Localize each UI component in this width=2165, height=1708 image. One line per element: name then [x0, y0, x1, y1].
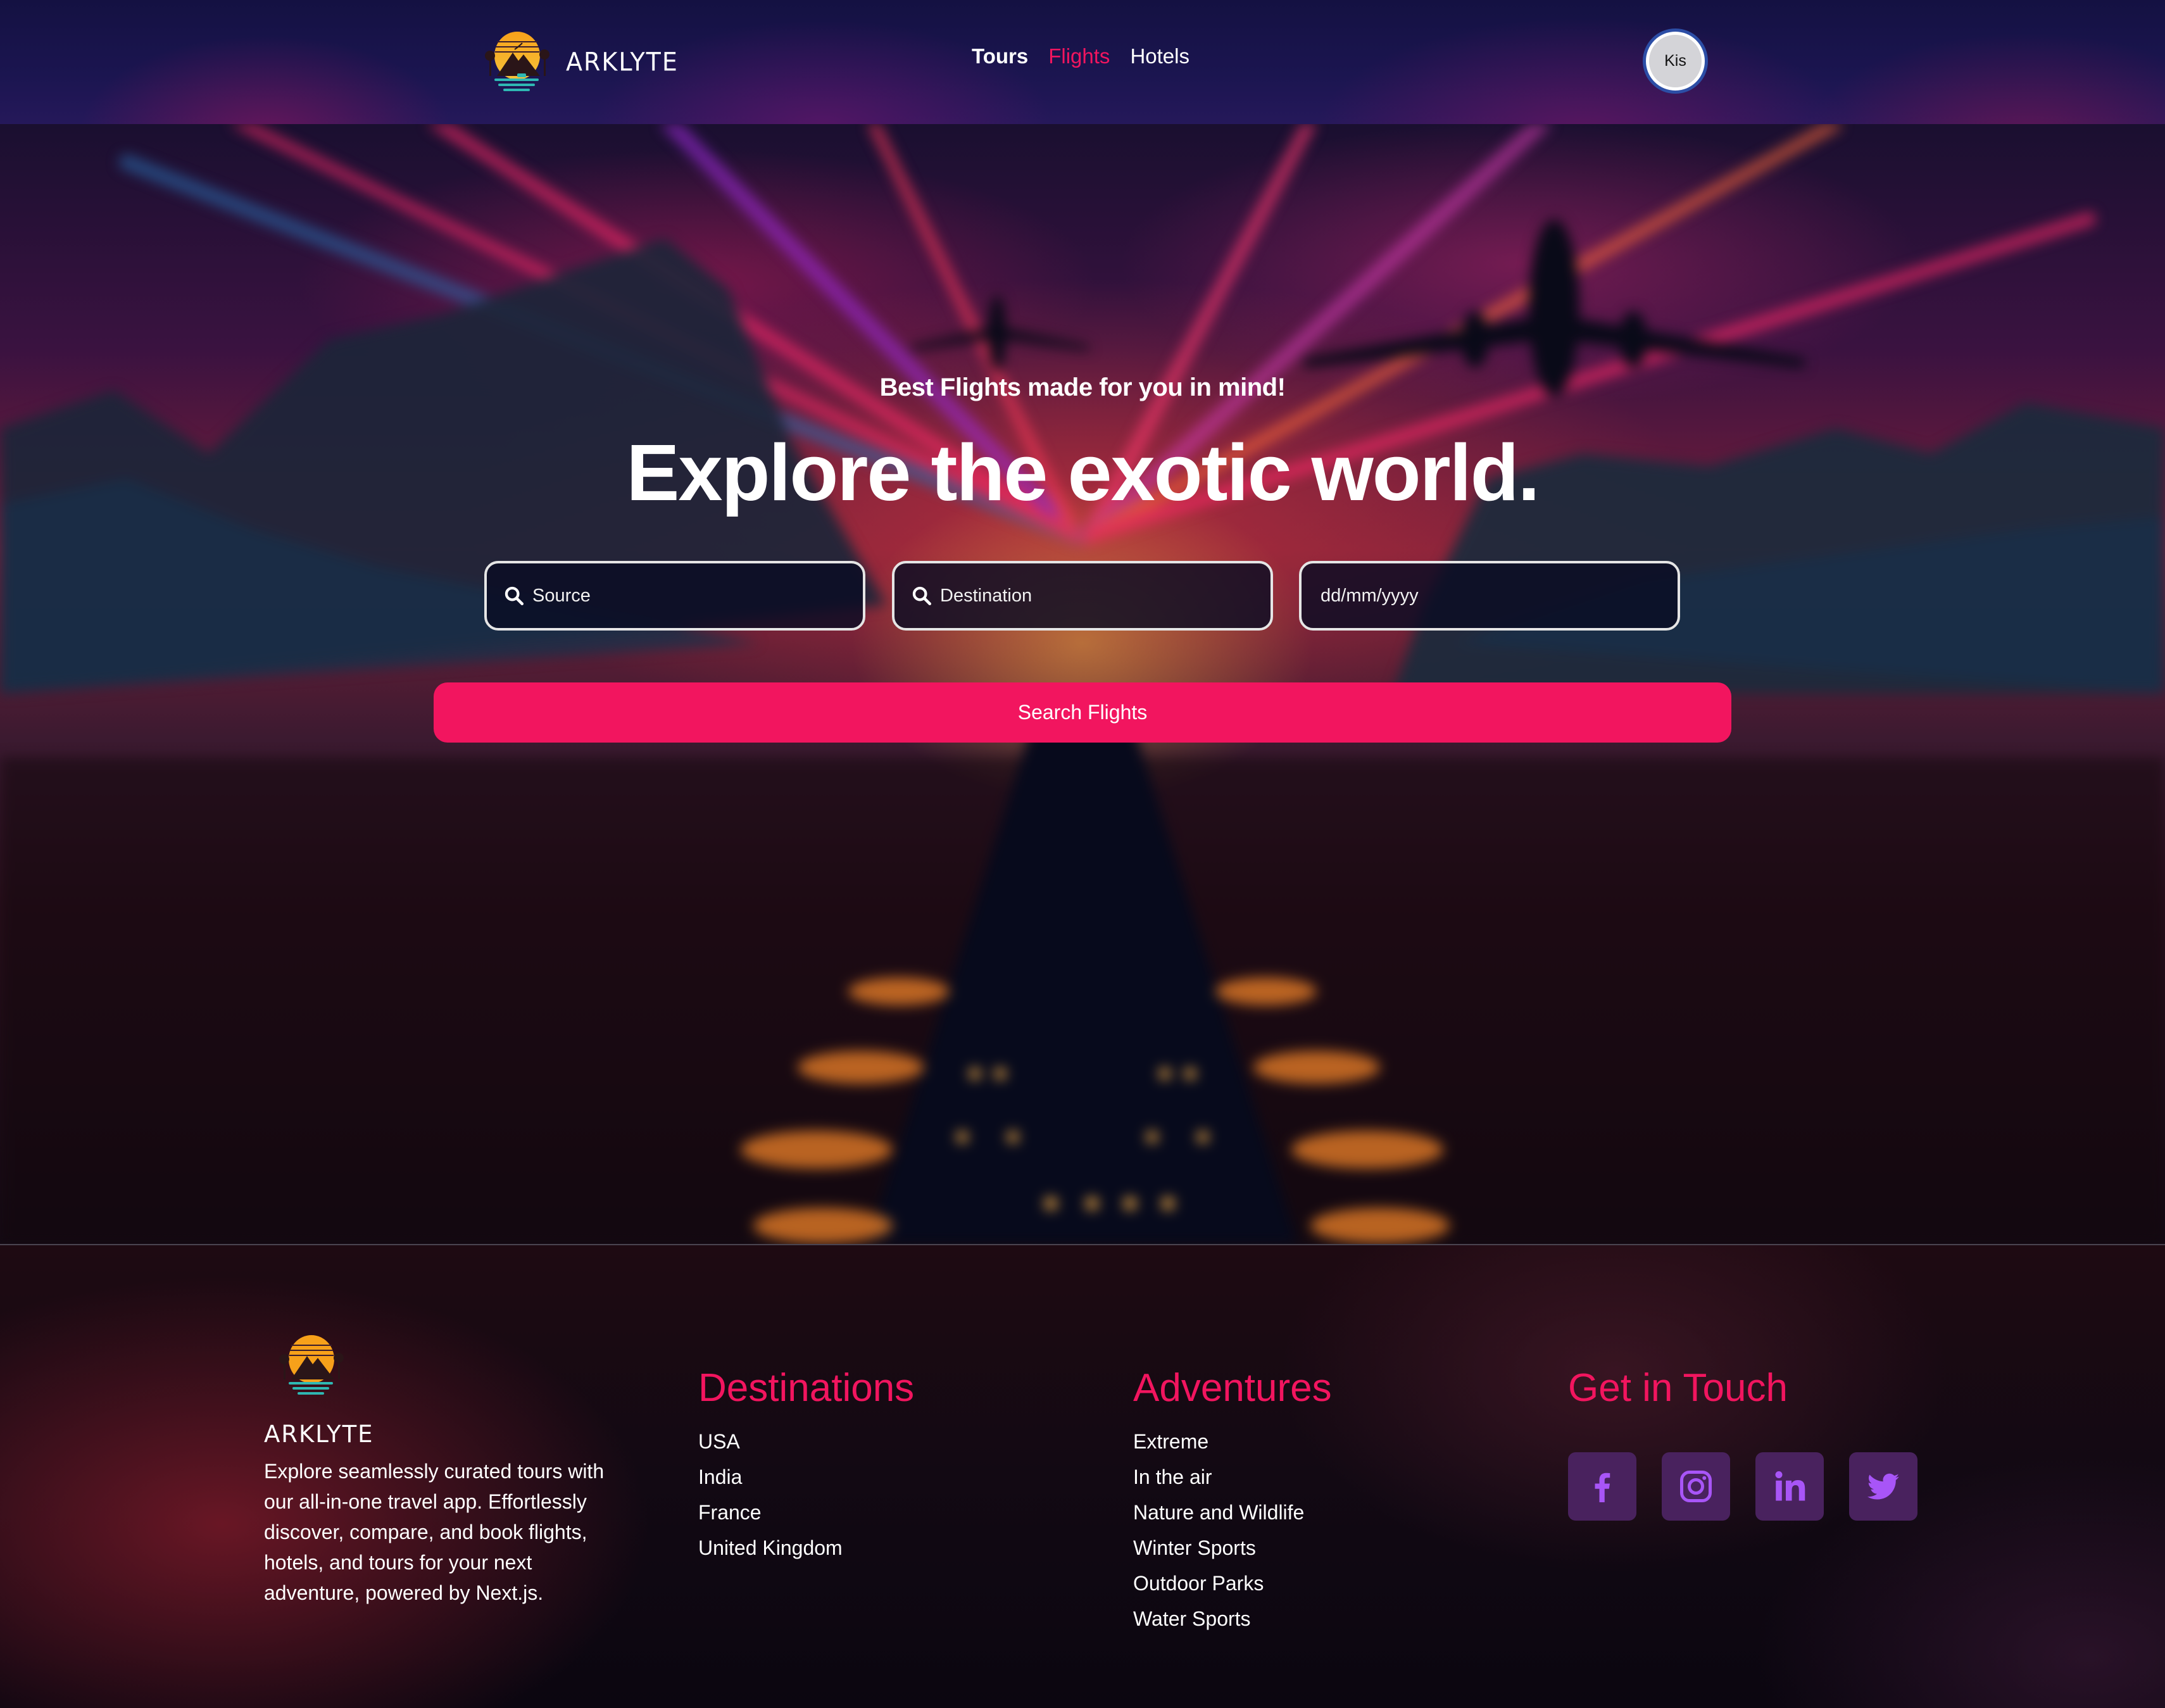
destination-link[interactable]: France [698, 1495, 914, 1530]
contact-heading: Get in Touch [1568, 1366, 1788, 1410]
adventures-heading: Adventures [1133, 1366, 1332, 1410]
twitter-link[interactable] [1849, 1452, 1917, 1521]
adventure-link[interactable]: Outdoor Parks [1133, 1566, 1332, 1601]
linkedin-icon [1775, 1471, 1805, 1501]
nav-hotels[interactable]: Hotels [1130, 44, 1189, 68]
destination-input[interactable] [940, 585, 1271, 606]
date-input[interactable] [1321, 585, 1678, 606]
site-footer: ARKLYTE Explore seamlessly curated tours… [0, 1244, 2165, 1708]
search-icon [505, 586, 524, 606]
main-nav: Tours Flights Hotels [972, 44, 1189, 68]
hero-title: Explore the exotic world. [626, 428, 1540, 517]
linkedin-link[interactable] [1755, 1452, 1824, 1521]
footer-description: Explore seamlessly curated tours with ou… [264, 1460, 605, 1604]
hero-subtitle: Best Flights made for you in mind! [879, 374, 1286, 401]
date-field[interactable] [1299, 561, 1680, 631]
sunset-mountain-logo-icon [279, 1335, 344, 1395]
nav-tours[interactable]: Tours [972, 44, 1028, 68]
adventure-link[interactable]: Winter Sports [1133, 1530, 1332, 1566]
contact-column: Get in Touch [1568, 1366, 1788, 1411]
destination-link[interactable]: India [698, 1459, 914, 1495]
destination-field[interactable] [892, 561, 1273, 631]
adventure-link[interactable]: Extreme [1133, 1424, 1332, 1459]
source-field[interactable] [484, 561, 865, 631]
site-header: ARKLYTE Tours Flights Hotels Kis [0, 0, 2165, 124]
adventure-link[interactable]: Nature and Wildlife [1133, 1495, 1332, 1530]
instagram-link[interactable] [1662, 1452, 1730, 1521]
destination-link[interactable]: United Kingdom [698, 1530, 914, 1566]
adventure-link[interactable]: Water Sports [1133, 1601, 1332, 1636]
twitter-icon [1867, 1473, 1899, 1500]
destinations-heading: Destinations [698, 1366, 915, 1410]
user-avatar[interactable]: Kis [1646, 32, 1705, 91]
social-links [1568, 1452, 1917, 1521]
search-icon [912, 586, 932, 606]
search-flights-button[interactable]: Search Flights [434, 682, 1731, 743]
facebook-link[interactable] [1568, 1452, 1636, 1521]
footer-brand-name: ARKLYTE [264, 1421, 374, 1448]
facebook-icon [1595, 1473, 1610, 1502]
adventure-link[interactable]: In the air [1133, 1459, 1332, 1495]
adventures-column: Adventures Extreme In the air Nature and… [1133, 1366, 1332, 1636]
destination-link[interactable]: USA [698, 1424, 914, 1459]
source-input[interactable] [532, 585, 863, 606]
brand-link[interactable]: ARKLYTE [478, 30, 679, 94]
instagram-icon [1680, 1471, 1712, 1502]
nav-flights[interactable]: Flights [1048, 44, 1110, 68]
brand-name: ARKLYTE [566, 47, 679, 77]
hero-section: Best Flights made for you in mind! Explo… [0, 124, 2165, 1244]
sunset-mountain-logo-icon [485, 32, 549, 91]
destinations-column: Destinations USA India France United Kin… [698, 1366, 914, 1566]
